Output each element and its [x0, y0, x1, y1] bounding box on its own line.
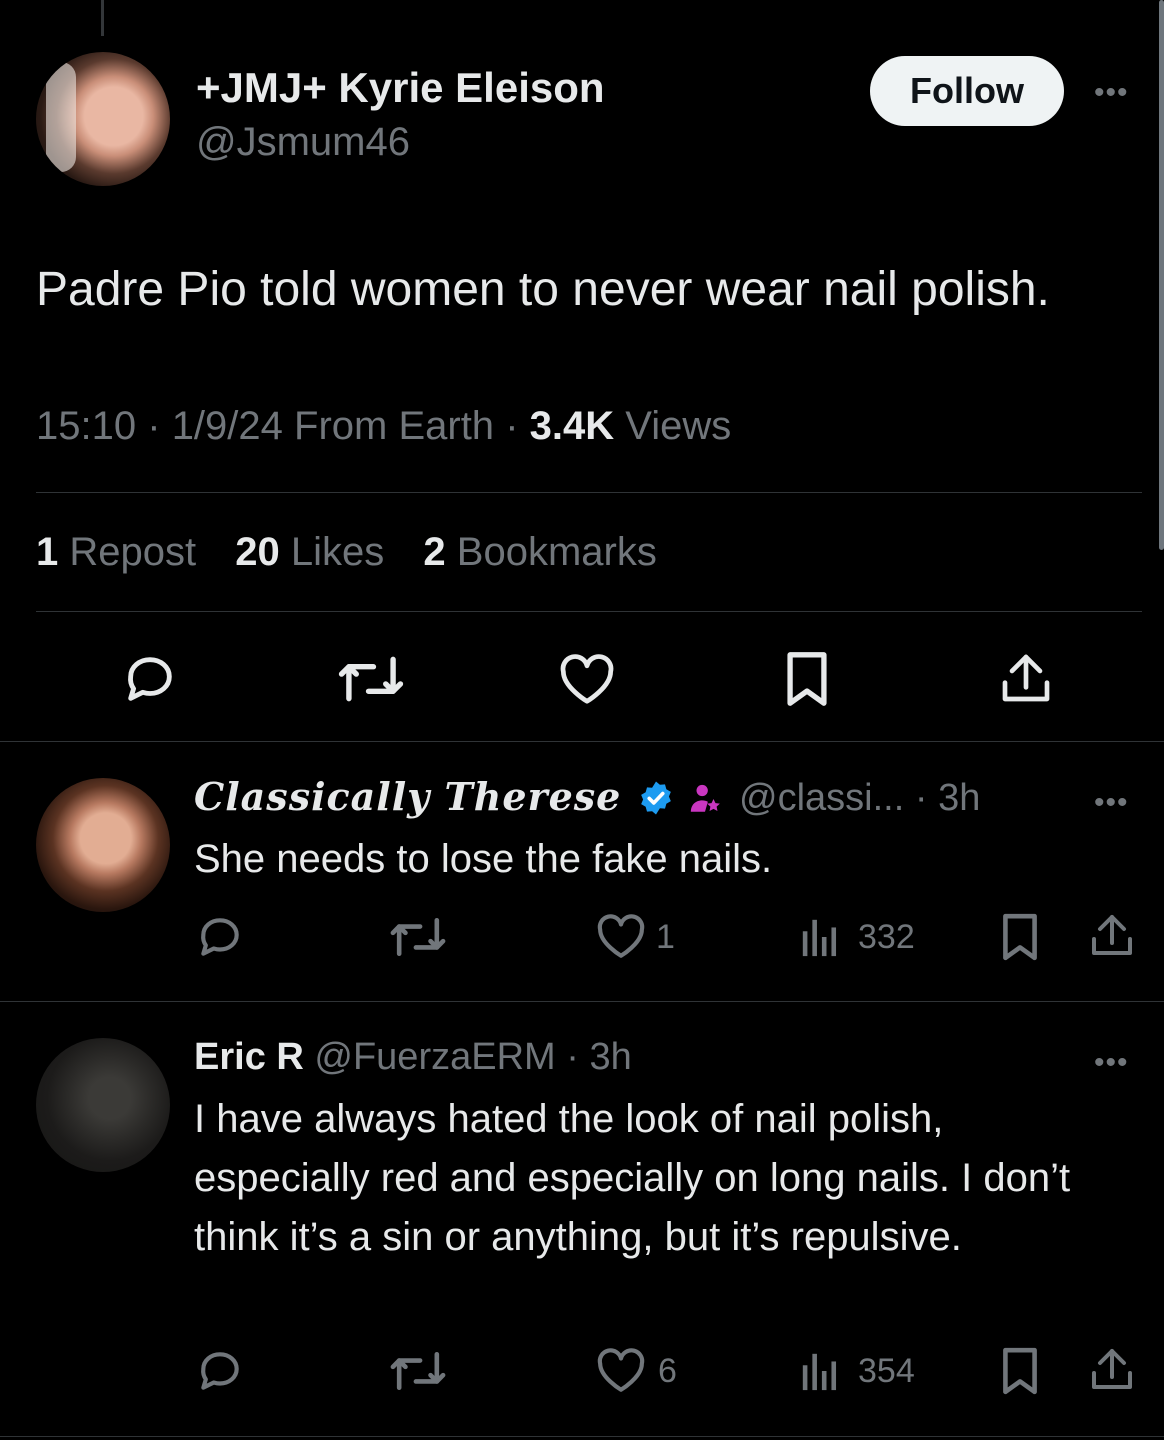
reply-display-name[interactable]: Classically Therese	[194, 774, 621, 819]
like-count: 6	[658, 1352, 677, 1390]
divider	[0, 1001, 1164, 1002]
reply-time[interactable]: 3h	[589, 1036, 631, 1078]
more-options-icon[interactable]: •••	[1094, 1046, 1129, 1080]
author-display-name[interactable]: +JMJ+ Kyrie Eleison	[196, 64, 605, 112]
like-count: 1	[656, 918, 675, 956]
repost-icon[interactable]	[390, 914, 446, 960]
tweet-time[interactable]: 15:10	[36, 404, 136, 448]
affiliate-badge-icon	[691, 784, 721, 812]
reply-text: She needs to lose the fake nails.	[194, 837, 773, 881]
avatar[interactable]	[36, 778, 170, 912]
share-icon[interactable]	[998, 650, 1054, 706]
bookmarks-stat[interactable]: 2 Bookmarks	[423, 530, 656, 574]
reply-handle[interactable]: @FuerzaERM	[314, 1036, 555, 1078]
like-icon[interactable]	[596, 914, 646, 960]
views-count: 3.4K	[529, 404, 615, 448]
avatar[interactable]	[36, 52, 170, 186]
reply-icon[interactable]	[194, 1346, 246, 1396]
more-options-icon[interactable]: •••	[1094, 786, 1129, 820]
reposts-stat[interactable]: 1 Repost	[36, 530, 196, 574]
divider	[0, 741, 1164, 742]
like-icon[interactable]	[558, 654, 616, 706]
bookmark-icon[interactable]	[785, 650, 829, 708]
reply-header: Classically Therese @classi... · 3h	[194, 774, 981, 819]
bookmark-icon[interactable]	[1000, 912, 1040, 962]
divider	[36, 492, 1142, 493]
thread-connector-line	[101, 0, 104, 36]
bookmark-icon[interactable]	[1000, 1346, 1040, 1396]
reply-icon[interactable]	[194, 912, 246, 962]
like-icon[interactable]	[596, 1348, 646, 1394]
reply-header: Eric R @FuerzaERM · 3h	[194, 1036, 632, 1078]
views-count: 354	[858, 1352, 915, 1390]
reply-display-name[interactable]: Eric R	[194, 1036, 304, 1078]
follow-button[interactable]: Follow	[870, 56, 1064, 126]
likes-stat[interactable]: 20 Likes	[235, 530, 384, 574]
reply-icon[interactable]	[120, 650, 180, 708]
reply-handle[interactable]: @classi...	[739, 777, 904, 819]
repost-icon[interactable]	[338, 652, 404, 706]
tweet-date[interactable]: 1/9/24 From Earth	[172, 404, 494, 448]
views-label: Views	[625, 404, 732, 448]
avatar[interactable]	[36, 1038, 170, 1172]
tweet-meta: 15:10 · 1/9/24 From Earth · 3.4K Views	[36, 404, 732, 448]
views-icon[interactable]	[800, 916, 840, 958]
views-count: 332	[858, 918, 915, 956]
divider	[0, 1436, 1164, 1437]
tweet-text: Padre Pio told women to never wear nail …	[36, 263, 1050, 316]
views-icon[interactable]	[800, 1350, 840, 1392]
divider	[36, 611, 1142, 612]
engagement-stats: 1 Repost 20 Likes 2 Bookmarks	[36, 530, 657, 575]
repost-icon[interactable]	[390, 1348, 446, 1394]
share-icon[interactable]	[1088, 910, 1136, 960]
reply-text: I have always hated the look of nail pol…	[194, 1097, 1071, 1259]
scrollbar[interactable]	[1159, 0, 1164, 550]
reply-time[interactable]: 3h	[938, 777, 980, 819]
verified-badge-icon	[641, 781, 671, 815]
author-handle[interactable]: @Jsmum46	[196, 120, 410, 165]
more-options-icon[interactable]: •••	[1094, 76, 1129, 110]
share-icon[interactable]	[1088, 1344, 1136, 1394]
